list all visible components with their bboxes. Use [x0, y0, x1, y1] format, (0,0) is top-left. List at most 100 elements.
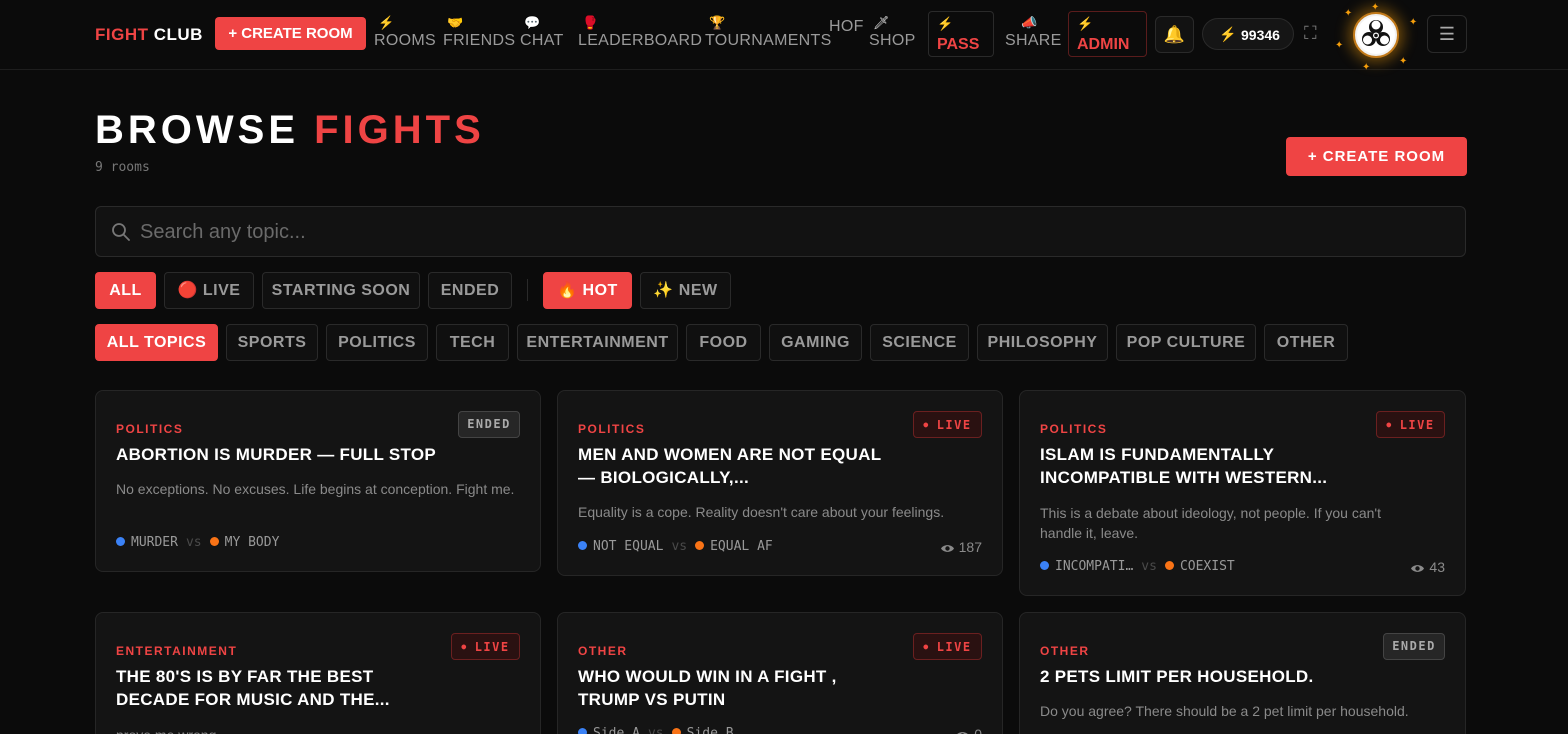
logo-part-fight: FIGHT [95, 25, 149, 44]
filter-ended[interactable]: ENDED [428, 272, 512, 309]
side-a-label: MURDER [131, 535, 178, 550]
room-count: 9 rooms [95, 160, 150, 175]
side-a-label: Side A [593, 726, 640, 734]
room-title: MEN AND WOMEN ARE NOT EQUAL — BIOLOGICAL… [578, 445, 882, 487]
versus-label: vs [647, 726, 664, 734]
room-card[interactable]: POLITICS LIVE ISLAM IS FUNDAMENTALLY INC… [1019, 390, 1466, 596]
side-b-label: Side B [686, 726, 734, 734]
view-count-value: 187 [958, 539, 982, 555]
nav-create-room-button[interactable]: + CREATE ROOM [215, 17, 366, 50]
logo[interactable]: FIGHT CLUB [95, 25, 203, 45]
page-title-fights: FIGHTS [314, 108, 485, 152]
side-b-dot [671, 728, 681, 734]
create-room-button[interactable]: + CREATE ROOM [1286, 137, 1467, 176]
side-b-label: EQUAL AF [710, 539, 773, 554]
topic-all-topics[interactable]: ALL TOPICS [95, 324, 218, 361]
room-category: POLITICS [578, 422, 646, 436]
logo-part-club: CLUB [153, 25, 203, 44]
nav-hof-label: HOF [829, 18, 864, 35]
trophy-icon: 🏆 [709, 15, 726, 30]
sparkle-icon: ✦ [1335, 40, 1344, 51]
filter-new[interactable]: ✨ NEW [640, 272, 731, 309]
room-card[interactable]: OTHER LIVE WHO WOULD WIN IN A FIGHT , TR… [557, 612, 1003, 734]
bell-icon[interactable]: 🔔 [1155, 16, 1194, 53]
room-category: ENTERTAINMENT [116, 644, 238, 658]
room-title: ABORTION IS MURDER — FULL STOP [116, 445, 437, 464]
bolt-icon: ⚡ [378, 15, 395, 30]
topic-politics[interactable]: POLITICS [326, 324, 428, 361]
nav-hof[interactable]: HOF [829, 18, 864, 36]
filter-all[interactable]: ALL [95, 272, 156, 309]
search-bar [95, 206, 1466, 257]
topic-pop-culture[interactable]: POP CULTURE [1116, 324, 1256, 361]
room-title: 2 PETS LIMIT PER HOUSEHOLD. [1040, 667, 1314, 686]
room-description: No exceptions. No excuses. Life begins a… [116, 481, 515, 497]
filter-live[interactable]: 🔴 LIVE [164, 272, 254, 309]
filter-hot[interactable]: 🔥 HOT [543, 272, 632, 309]
room-description: Do you agree? There should be a 2 pet li… [1040, 703, 1409, 719]
nav-chat[interactable]: 💬 CHAT [520, 14, 564, 50]
room-card[interactable]: ENTERTAINMENT LIVE THE 80'S IS BY FAR TH… [95, 612, 541, 734]
page-title: BROWSE FIGHTS [95, 108, 485, 153]
side-b-label: MY BODY [224, 535, 280, 550]
topic-other[interactable]: OTHER [1264, 324, 1348, 361]
search-icon [112, 223, 130, 241]
topic-philosophy[interactable]: PHILOSOPHY [977, 324, 1108, 361]
room-title: WHO WOULD WIN IN A FIGHT , TRUMP VS PUTI… [578, 667, 837, 709]
sparkle-icon: ✦ [1371, 2, 1380, 13]
eye-icon [940, 545, 954, 552]
status-badge: ENDED [1383, 633, 1445, 660]
room-card[interactable]: POLITICS ENDED ABORTION IS MURDER — FULL… [95, 390, 541, 572]
nav-pass[interactable]: ⚡ PASS [928, 11, 994, 57]
coin-balance[interactable]: ⚡ 99346 [1202, 18, 1294, 50]
nav-share[interactable]: 📣 SHARE [1005, 14, 1062, 50]
topic-sports[interactable]: SPORTS [226, 324, 318, 361]
avatar[interactable] [1353, 12, 1399, 58]
nav-tournaments[interactable]: 🏆 TOURNAMENTS [705, 14, 832, 50]
status-badge: LIVE [451, 633, 520, 660]
nav-leaderboard[interactable]: 🥊 LEADERBOARD [578, 14, 702, 50]
nav-chat-label: CHAT [520, 32, 564, 49]
eye-icon [957, 732, 968, 734]
topic-science[interactable]: SCIENCE [870, 324, 969, 361]
room-card[interactable]: OTHER ENDED 2 PETS LIMIT PER HOUSEHOLD. … [1019, 612, 1466, 734]
topic-tech[interactable]: TECH [436, 324, 509, 361]
room-card[interactable]: POLITICS LIVE MEN AND WOMEN ARE NOT EQUA… [557, 390, 1003, 576]
room-title: THE 80'S IS BY FAR THE BEST DECADE FOR M… [116, 667, 390, 709]
sparkle-icon: ✦ [1409, 17, 1418, 28]
nav-admin[interactable]: ⚡ ADMIN [1068, 11, 1147, 57]
fullscreen-icon[interactable]: ⛶ [1304, 23, 1317, 44]
side-a-dot [1040, 561, 1049, 570]
search-input[interactable] [140, 215, 1440, 249]
view-count-value: 43 [1429, 559, 1445, 575]
hamburger-menu-icon[interactable]: ☰ [1427, 15, 1467, 53]
nav-rooms[interactable]: ⚡ ROOMS [374, 14, 436, 50]
topic-entertainment[interactable]: ENTERTAINMENT [517, 324, 678, 361]
page-title-browse: BROWSE [95, 108, 299, 152]
speech-bubble-icon: 💬 [524, 15, 541, 30]
nav-shop-label: SHOP [869, 32, 916, 49]
nav-friends[interactable]: 🤝 FRIENDS [443, 14, 515, 50]
coin-balance-value: 99346 [1241, 27, 1280, 43]
nav-friends-label: FRIENDS [443, 32, 516, 49]
view-count: 187 [940, 539, 982, 555]
biohazard-icon [1357, 16, 1395, 54]
eye-icon [1411, 565, 1425, 572]
versus-label: vs [671, 539, 688, 554]
sparkle-icon: ✦ [1344, 8, 1353, 19]
handshake-icon: 🤝 [447, 15, 464, 30]
side-a-dot [578, 541, 587, 550]
room-title: ISLAM IS FUNDAMENTALLY INCOMPATIBLE WITH… [1040, 445, 1328, 487]
status-badge: ENDED [458, 411, 520, 438]
room-sides: MURDER vs MY BODY [116, 535, 279, 550]
view-count: 0 [955, 726, 982, 734]
topic-food[interactable]: FOOD [686, 324, 761, 361]
filter-starting-soon[interactable]: STARTING SOON [262, 272, 420, 309]
nav-shop[interactable]: 🗡 SHOP [869, 14, 916, 50]
top-nav: FIGHT CLUB + CREATE ROOM ⚡ ROOMS 🤝 FRIEN… [0, 0, 1568, 73]
bolt-icon: ⚡ [1077, 16, 1094, 31]
side-a-label: NOT EQUAL [593, 539, 664, 554]
topic-gaming[interactable]: GAMING [769, 324, 862, 361]
nav-admin-label: ADMIN [1077, 36, 1130, 53]
status-badge: LIVE [1376, 411, 1445, 438]
